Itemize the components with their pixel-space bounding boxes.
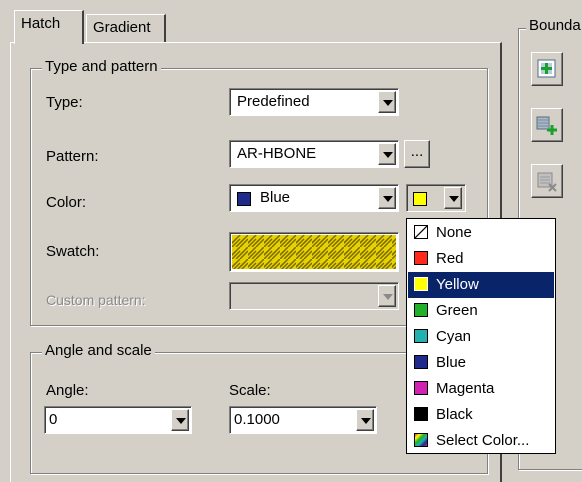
type-and-pattern-title: Type and pattern — [42, 59, 161, 75]
pattern-label: Pattern: — [46, 148, 99, 165]
green-swatch-icon — [414, 303, 428, 317]
yellow-swatch-icon — [414, 277, 428, 291]
color-option-label: Cyan — [436, 328, 472, 345]
color-menu: None Red Yellow Green Cyan Blue Magenta … — [406, 218, 556, 454]
type-value: Predefined — [237, 93, 310, 110]
background-color-dropdown-button[interactable] — [444, 187, 462, 209]
add-select-objects-button[interactable] — [531, 108, 563, 142]
swatch-label: Swatch: — [46, 243, 100, 260]
chevron-down-icon — [383, 294, 393, 300]
chevron-down-icon — [449, 196, 459, 202]
color-option-label: Green — [436, 302, 478, 319]
color-label: Color: — [46, 194, 87, 211]
tab-hatch-label: Hatch — [21, 15, 61, 32]
color-option-yellow[interactable]: Yellow — [408, 272, 554, 298]
color-select[interactable]: Blue — [229, 184, 399, 212]
angle-and-scale-title: Angle and scale — [42, 343, 155, 359]
current-color-swatch — [237, 192, 251, 206]
scale-label: Scale: — [229, 382, 271, 399]
blue-swatch-icon — [414, 355, 428, 369]
color-option-red[interactable]: Red — [408, 246, 554, 272]
color-option-label: Yellow — [436, 276, 479, 293]
scale-select[interactable]: 0.1000 — [229, 406, 377, 434]
color-option-label: Blue — [436, 354, 467, 371]
pattern-browse-label: ... — [410, 143, 424, 160]
pattern-browse-button[interactable]: ... — [404, 140, 430, 168]
color-option-label: Select Color... — [436, 432, 530, 449]
magenta-swatch-icon — [414, 381, 428, 395]
color-option-label: None — [436, 224, 472, 241]
type-dropdown-button[interactable] — [378, 91, 396, 113]
remove-boundaries-button[interactable] — [531, 164, 563, 198]
color-option-label: Black — [436, 406, 473, 423]
color-option-magenta[interactable]: Magenta — [408, 376, 554, 402]
chevron-down-icon — [383, 100, 393, 106]
add-pick-points-icon — [537, 59, 556, 78]
custom-pattern-select[interactable] — [229, 282, 399, 310]
color-option-label: Magenta — [436, 380, 495, 397]
color-option-select-color[interactable]: Select Color... — [408, 428, 554, 454]
chevron-down-icon — [383, 152, 393, 158]
angle-dropdown-button[interactable] — [171, 409, 189, 431]
scale-value: 0.1000 — [234, 411, 280, 428]
black-swatch-icon — [414, 407, 428, 421]
chevron-down-icon — [383, 196, 393, 202]
herringbone-pattern-icon — [232, 235, 396, 269]
custom-pattern-label: Custom pattern: — [46, 292, 146, 308]
color-option-cyan[interactable]: Cyan — [408, 324, 554, 350]
chevron-down-icon — [176, 418, 186, 424]
boundaries-title: Bounda — [526, 18, 582, 34]
pattern-select[interactable]: AR-HBONE — [229, 140, 399, 168]
type-label: Type: — [46, 94, 83, 111]
background-color-select[interactable] — [406, 184, 466, 212]
custom-pattern-dropdown-button[interactable] — [378, 285, 396, 307]
select-color-palette-icon — [414, 433, 428, 447]
type-select[interactable]: Predefined — [229, 88, 399, 116]
chevron-down-icon — [361, 418, 371, 424]
scale-dropdown-button[interactable] — [356, 409, 374, 431]
remove-boundaries-icon — [537, 172, 557, 192]
background-color-swatch — [413, 192, 427, 206]
color-option-blue[interactable]: Blue — [408, 350, 554, 376]
swatch-preview[interactable] — [229, 232, 399, 272]
color-option-none[interactable]: None — [408, 220, 554, 246]
angle-label: Angle: — [46, 382, 89, 399]
color-option-black[interactable]: Black — [408, 402, 554, 428]
cyan-swatch-icon — [414, 329, 428, 343]
angle-select[interactable]: 0 — [44, 406, 192, 434]
add-select-objects-icon — [536, 116, 557, 135]
color-value: Blue — [260, 189, 291, 206]
color-option-green[interactable]: Green — [408, 298, 554, 324]
pattern-dropdown-button[interactable] — [378, 143, 396, 165]
pattern-value: AR-HBONE — [237, 145, 317, 162]
add-pick-points-button[interactable] — [531, 52, 563, 86]
color-dropdown-button[interactable] — [378, 187, 396, 209]
tab-gradient[interactable]: Gradient — [86, 14, 166, 42]
tab-hatch[interactable]: Hatch — [14, 10, 84, 44]
tab-gradient-label: Gradient — [93, 19, 151, 36]
none-swatch-icon — [414, 225, 428, 239]
red-swatch-icon — [414, 251, 428, 265]
color-option-label: Red — [436, 250, 464, 267]
angle-value: 0 — [49, 411, 58, 428]
